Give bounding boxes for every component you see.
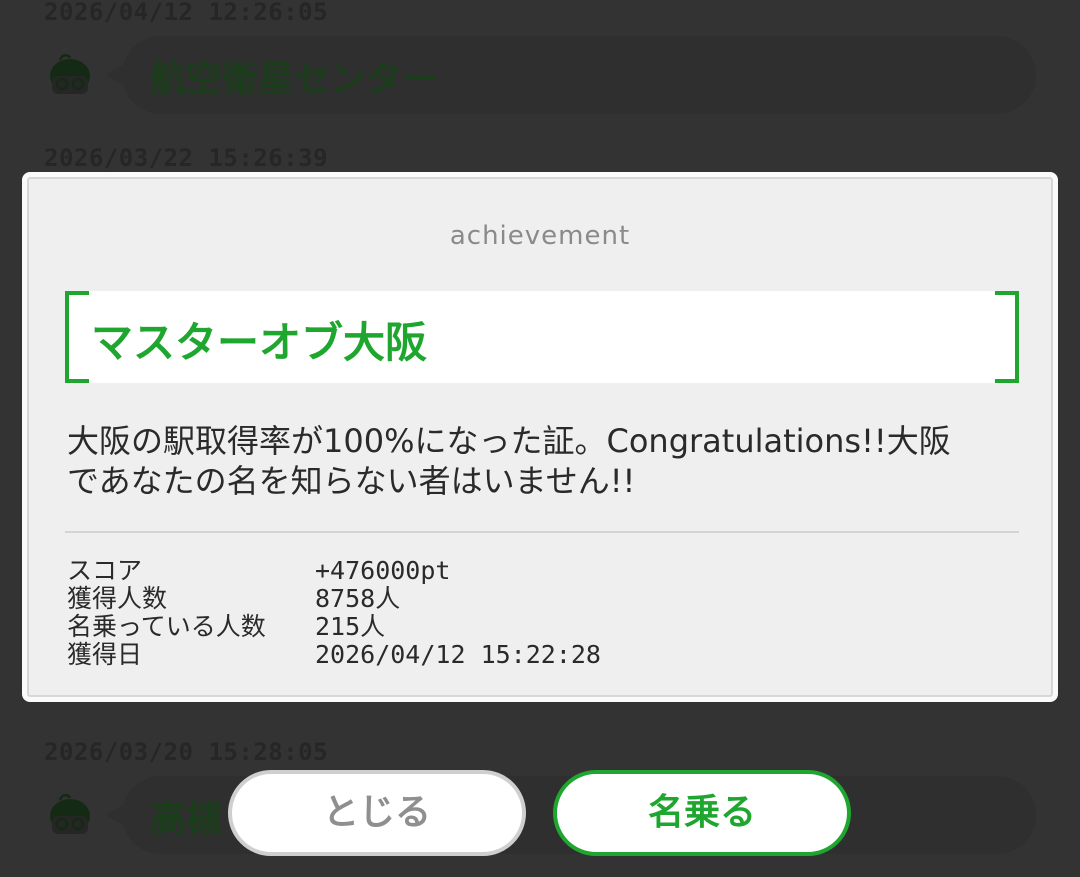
avatar-icon	[50, 54, 90, 94]
bg-timestamp: 2026/04/12 12:26:05	[44, 0, 329, 26]
achievement-title: マスターオブ大阪	[91, 318, 428, 367]
bg-list-item: 高槻	[44, 776, 1036, 854]
stat-row-acquired-date: 獲得日 2026/04/12 15:22:28	[67, 641, 1017, 669]
divider	[65, 531, 1019, 533]
stat-label: スコア	[67, 556, 143, 585]
right-bracket	[995, 291, 1019, 383]
bg-title: 高槻	[150, 799, 223, 840]
avatar-icon	[50, 794, 90, 834]
stat-label: 名乗っている人数	[67, 612, 266, 641]
left-bracket	[65, 291, 89, 383]
stat-value: 8758人	[315, 584, 401, 613]
stats-list: スコア +476000pt 獲得人数 8758人 名乗っている人数 215人 獲…	[67, 557, 1017, 669]
bg-bubble: 航空衛星センター	[106, 36, 1036, 114]
stat-row-acquired-count: 獲得人数 8758人	[67, 585, 1017, 613]
stat-value: 215人	[315, 612, 386, 641]
achievement-title-box: マスターオブ大阪	[65, 291, 1019, 383]
description-line-1: 大阪の駅取得率が100%になった証。Congratulations!!大阪	[67, 422, 951, 460]
stat-row-score: スコア +476000pt	[67, 557, 1017, 585]
modal-header: achievement	[449, 221, 631, 251]
description-line-2: であなたの名を知らない者はいません!!	[67, 462, 636, 500]
stat-value: 2026/04/12 15:22:28	[315, 640, 601, 669]
bg-title: 航空衛星センター	[150, 59, 439, 100]
bg-list-item: 航空衛星センター	[44, 36, 1036, 114]
stat-row-naming-count: 名乗っている人数 215人	[67, 613, 1017, 641]
stat-label: 獲得人数	[67, 584, 168, 613]
close-button[interactable]: とじる	[228, 770, 526, 856]
claim-title-button[interactable]: 名乗る	[553, 770, 851, 856]
achievement-description: 大阪の駅取得率が100%になった証。Congratulations!!大阪 であ…	[67, 421, 1017, 501]
stat-value: +476000pt	[315, 556, 451, 585]
bg-timestamp: 2026/03/20 15:28:05	[44, 738, 329, 766]
achievement-modal: achievement マスターオブ大阪 大阪の駅取得率が100%になった証。C…	[22, 172, 1058, 702]
bg-timestamp: 2026/03/22 15:26:39	[44, 144, 329, 172]
stat-label: 獲得日	[67, 640, 143, 669]
modal-content: achievement マスターオブ大阪 大阪の駅取得率が100%になった証。C…	[27, 177, 1053, 697]
